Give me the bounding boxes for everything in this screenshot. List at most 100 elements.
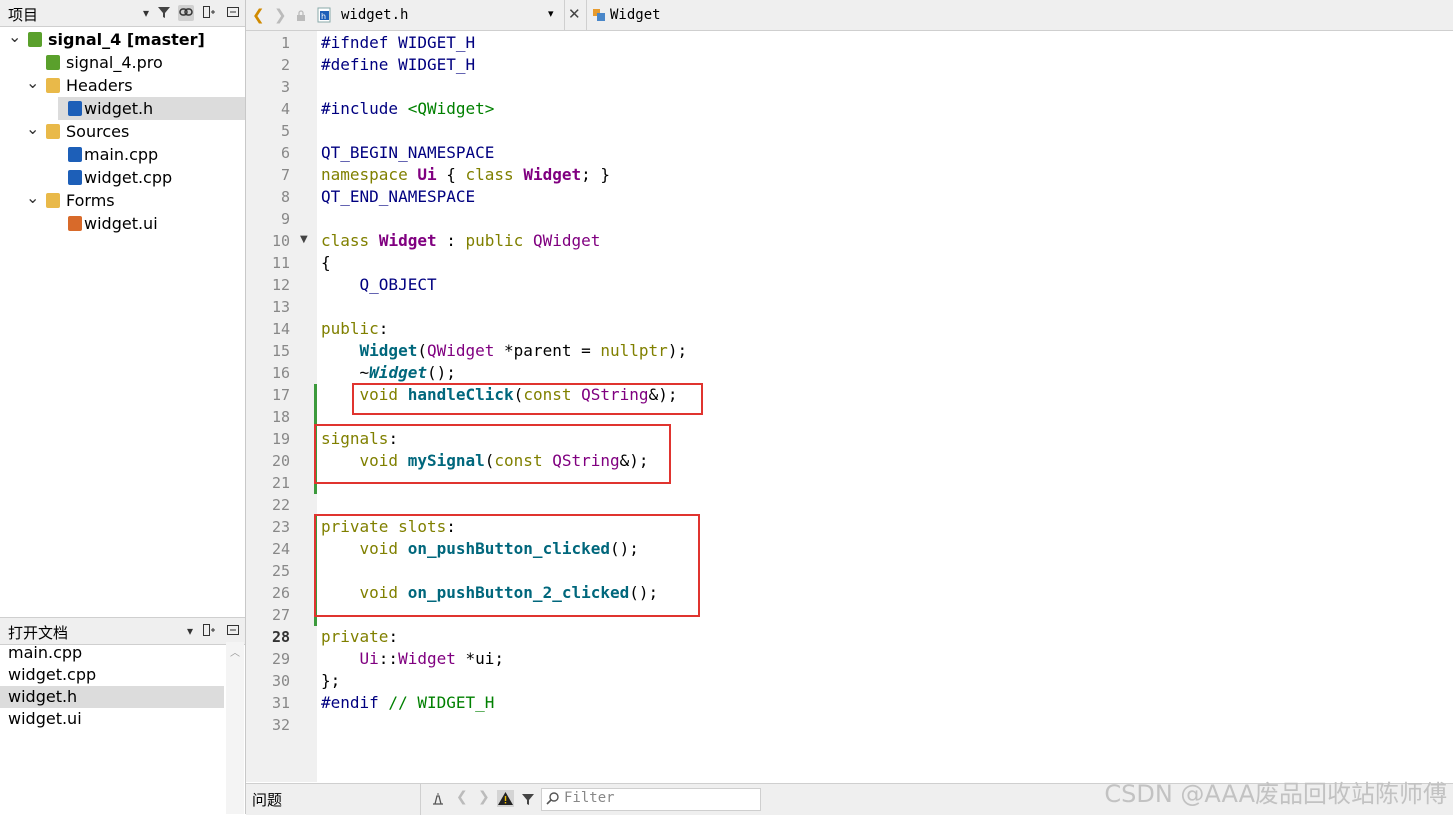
filter-icon[interactable] [156,5,172,21]
previous-issue-icon[interactable]: ❮ [456,789,468,805]
code-token: Widget [359,341,418,360]
code-token: public [321,319,379,338]
clear-issues-icon[interactable] [430,791,446,807]
project-panel-header: 项目 ▾ [0,0,245,27]
tree-item[interactable]: ⌄ Forms [0,189,245,212]
code-line: #define WIDGET_H [321,54,475,76]
next-issue-icon[interactable]: ❯ [478,789,490,805]
close-pane-icon[interactable] [225,5,241,21]
editor-toolbar: ❮ ❯ h widget.h ▾ ✕ Widget [246,0,1453,31]
issues-filter-input[interactable]: Filter [541,788,761,811]
open-docs-title: 打开文档 [8,624,69,642]
expand-chevron-icon[interactable]: ⌄ [26,190,39,206]
code-token: *ui; [455,649,505,668]
symbol-selector-label[interactable]: Widget [610,7,661,23]
code-line: #endif // WIDGET_H [321,692,494,714]
open-doc-item[interactable]: widget.ui [0,708,224,730]
code-token: Widget [378,231,437,250]
close-document-icon[interactable]: ✕ [568,5,581,23]
line-number: 26 [271,584,290,602]
expand-chevron-icon[interactable]: ⌄ [8,29,21,45]
fold-arrow-icon[interactable]: ▼ [300,234,308,245]
line-number: 16 [271,364,290,382]
line-number: 18 [271,408,290,426]
code-token: ( [417,341,427,360]
project-icon [28,32,42,47]
code-token: #include [321,99,408,118]
open-doc-item[interactable]: main.cpp [0,642,224,664]
line-number: 31 [271,694,290,712]
header-file-icon: h [316,7,332,23]
back-arrow-icon[interactable]: ❮ [252,6,265,24]
modified-lines-marker [314,384,317,428]
highlight-box-handleclick [352,383,703,415]
code-token: Ui [359,649,379,668]
line-number: 32 [271,716,290,734]
code-token: #endif [321,693,379,712]
cpp-file-icon [68,170,82,185]
code-token: : [388,627,399,646]
tree-item[interactable]: ⌄ Sources [0,120,245,143]
tree-item[interactable]: widget.h [58,97,245,120]
line-number: 9 [280,210,290,228]
open-docs-dropdown-icon[interactable]: ▾ [182,623,198,639]
line-number: 8 [280,188,290,206]
header-file-icon [68,101,82,116]
issues-filter-placeholder: Filter [564,790,615,806]
open-docs-split-icon[interactable] [201,623,217,639]
tree-item[interactable]: ⌄ signal_4 [master] [0,28,245,51]
file-selector-label[interactable]: widget.h [341,7,408,23]
code-token: #define WIDGET_H [321,55,476,74]
view-dropdown-icon[interactable]: ▾ [138,5,154,21]
open-docs-scrollbar[interactable]: ︿ [226,642,244,814]
expand-chevron-icon[interactable]: ⌄ [26,75,39,91]
line-number: 21 [271,474,290,492]
file-selector-dropdown-icon[interactable]: ▾ [548,7,554,20]
code-line: class Widget : public QWidget [321,230,600,252]
issues-panel-title[interactable]: 问题 [252,789,282,810]
expand-chevron-icon[interactable]: ⌄ [26,121,39,137]
split-icon[interactable] [201,5,217,21]
open-docs-close-icon[interactable] [225,623,241,639]
link-with-editor-icon[interactable] [178,5,194,21]
tree-item-label: widget.ui [84,214,158,233]
line-number: 25 [271,562,290,580]
line-number: 4 [280,100,290,118]
code-token: class [465,165,514,184]
line-number: 1 [280,34,290,52]
code-token: : [378,319,389,338]
code-line: { [321,252,331,274]
forward-arrow-icon[interactable]: ❯ [274,6,287,24]
divider [564,0,565,30]
tree-item[interactable]: widget.ui [0,212,245,235]
tree-item[interactable]: main.cpp [0,143,245,166]
line-number: 24 [271,540,290,558]
code-token: Ui [417,165,437,184]
code-token: namespace [321,165,408,184]
line-number: 13 [271,298,290,316]
project-panel-title: 项目 [8,6,39,24]
cpp-file-icon [68,147,82,162]
filter-icon[interactable] [521,792,535,810]
code-token: Widget [523,165,582,184]
watermark: CSDN @AAA废品回收站陈师傅 [1104,780,1447,808]
open-doc-item[interactable]: widget.h [0,686,224,708]
code-token: // WIDGET_H [378,693,495,712]
line-number: 19 [271,430,290,448]
warning-filter-icon[interactable] [497,790,514,807]
open-doc-item[interactable]: widget.cpp [0,664,224,686]
tree-item[interactable]: signal_4.pro [0,51,245,74]
tree-item[interactable]: ⌄ Headers [0,74,245,97]
code-token: ~ [321,363,370,382]
line-number: 17 [271,386,290,404]
code-token: (); [426,363,456,382]
code-token: public [465,231,524,250]
left-sidebar: 项目 ▾ ⌄ signal_4 [master] signal_4.pro ⌄ Head… [0,0,246,814]
ui-file-icon [68,216,82,231]
line-number: 12 [271,276,290,294]
code-token: QWidget [532,231,601,250]
tree-item[interactable]: widget.cpp [0,166,245,189]
